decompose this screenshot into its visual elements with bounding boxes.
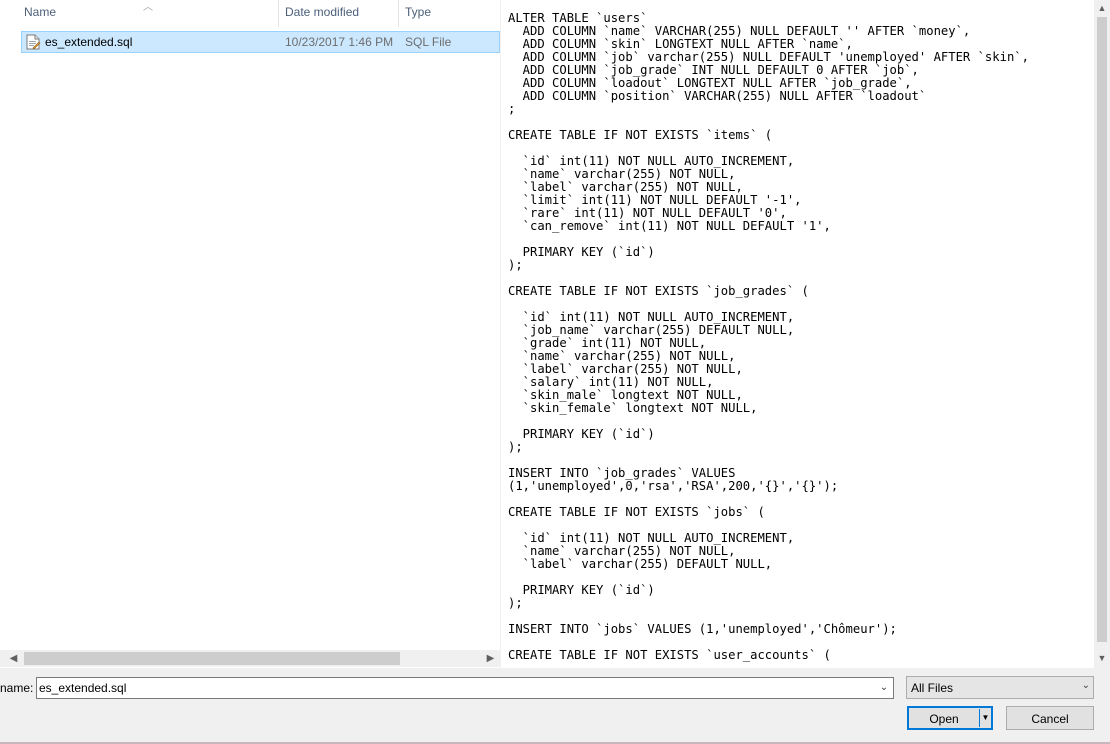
open-options-dropdown-icon[interactable]: ▼ (979, 709, 991, 727)
horizontal-scroll-thumb[interactable] (24, 652, 400, 665)
vertical-scroll-thumb[interactable] (1097, 17, 1107, 642)
file-type-cell: SQL File (405, 35, 452, 49)
file-name-cell: es_extended.sql (45, 35, 133, 49)
file-date-cell: 10/23/2017 1:46 PM (285, 35, 394, 49)
open-button[interactable]: Open ▼ (907, 706, 993, 730)
open-button-label: Open (929, 712, 959, 726)
scroll-left-icon[interactable]: ◀ (5, 650, 22, 667)
sql-preview-text: ALTER TABLE `users` ADD COLUMN `name` VA… (508, 11, 1029, 662)
sql-file-icon (26, 34, 41, 50)
scroll-up-icon[interactable]: ▲ (1094, 0, 1110, 16)
file-type-filter-value: All Files (911, 681, 954, 695)
cancel-button[interactable]: Cancel (1006, 706, 1094, 730)
file-type-filter-select[interactable]: All Files ⌄ (906, 676, 1094, 699)
scroll-right-icon[interactable]: ▶ (482, 650, 499, 667)
file-list-pane[interactable]: Name ︿ Date modified Type es_extended.sq… (0, 0, 500, 668)
open-file-dialog: Name ︿ Date modified Type es_extended.sq… (0, 0, 1110, 744)
column-header-type[interactable]: Type (399, 0, 500, 27)
chevron-down-icon[interactable]: ⌄ (875, 678, 893, 698)
file-preview-pane[interactable]: ALTER TABLE `users` ADD COLUMN `name` VA… (501, 0, 1094, 668)
column-header-type-label: Type (405, 5, 432, 19)
column-header-date-label: Date modified (285, 5, 360, 19)
file-name-combobox[interactable]: ⌄ (36, 677, 894, 699)
column-header-date-modified[interactable]: Date modified (279, 0, 399, 27)
sort-ascending-icon: ︿ (143, 2, 153, 13)
file-name-label: name: (0, 681, 34, 695)
cancel-button-label: Cancel (1031, 712, 1069, 726)
horizontal-scrollbar[interactable]: ◀ ▶ (0, 650, 500, 667)
vertical-scrollbar[interactable]: ▲ ▼ (1094, 0, 1110, 668)
file-list-row-selected[interactable]: es_extended.sql 10/23/2017 1:46 PM SQL F… (21, 31, 500, 53)
scroll-down-icon[interactable]: ▼ (1094, 650, 1110, 666)
file-name-input[interactable] (39, 679, 873, 697)
chevron-down-icon: ⌄ (1081, 680, 1090, 691)
column-header-name-label: Name (24, 5, 57, 19)
